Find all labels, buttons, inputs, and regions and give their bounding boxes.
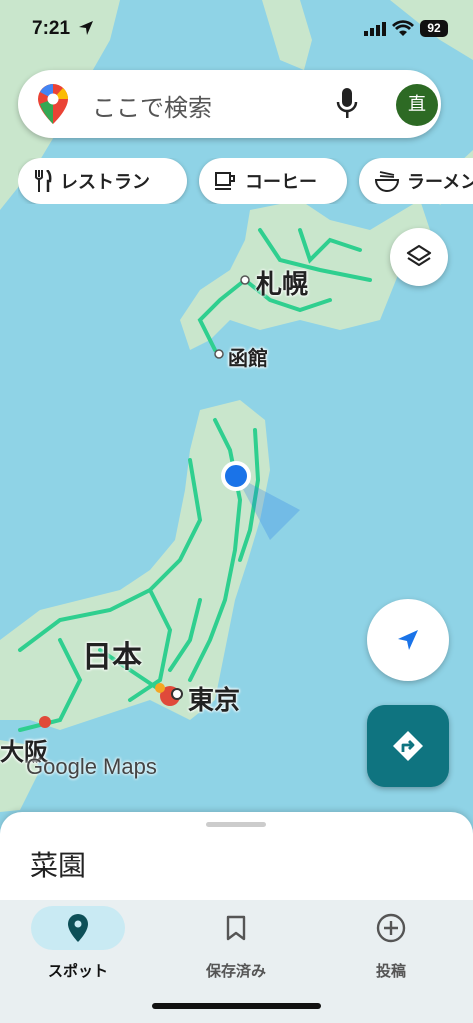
- add-circle-icon: [376, 913, 406, 943]
- tab-post[interactable]: 投稿: [331, 906, 451, 986]
- microphone-icon[interactable]: [336, 88, 358, 120]
- chip-label: レストラン: [60, 172, 150, 193]
- google-maps-logo-icon: [38, 84, 68, 124]
- tab-label: 投稿: [375, 962, 406, 980]
- city-dot-tokyo: [171, 688, 183, 700]
- fork-knife-icon: [34, 170, 52, 192]
- cellular-signal-icon: [364, 22, 386, 36]
- location-arrow-icon: [79, 21, 93, 35]
- map-label-sapporo[interactable]: 札幌: [256, 264, 308, 301]
- tab-label: スポット: [47, 962, 108, 980]
- wifi-icon: [392, 20, 414, 36]
- directions-button[interactable]: [367, 705, 449, 787]
- ramen-bowl-icon: [375, 171, 399, 192]
- search-bar[interactable]: ここで検索 直: [18, 70, 441, 138]
- city-dot-sapporo: [240, 275, 250, 285]
- bottom-sheet[interactable]: 菜園: [0, 812, 473, 912]
- navigation-arrow-icon: [398, 630, 418, 650]
- tab-saved[interactable]: 保存済み: [176, 906, 296, 986]
- chip-ramen[interactable]: ラーメン: [359, 158, 473, 204]
- map-label-tokyo[interactable]: 東京: [188, 680, 240, 717]
- google-maps-attribution: Google Maps: [26, 754, 157, 779]
- search-input[interactable]: ここで検索: [92, 88, 212, 123]
- chip-label: ラーメン: [407, 172, 473, 193]
- bookmark-icon: [226, 915, 246, 941]
- map-label-hakodate[interactable]: 函館: [228, 342, 268, 371]
- directions-icon: [393, 731, 423, 761]
- sheet-title: 菜園: [30, 849, 87, 882]
- chip-label: コーヒー: [245, 172, 317, 193]
- category-chips: レストラン コーヒー ラーメン: [18, 158, 473, 204]
- chip-coffee[interactable]: コーヒー: [199, 158, 347, 204]
- home-indicator[interactable]: [152, 1003, 321, 1009]
- battery-indicator: 92: [420, 20, 448, 37]
- tab-spots[interactable]: スポット: [18, 906, 138, 986]
- layers-icon: [406, 244, 432, 267]
- tab-label: 保存済み: [205, 962, 266, 980]
- location-pin-icon: [68, 914, 88, 942]
- city-dot-hakodate: [214, 349, 224, 359]
- current-location-dot: [221, 461, 251, 491]
- layers-button[interactable]: [390, 228, 448, 286]
- coffee-cup-icon: [215, 172, 235, 190]
- chip-restaurant[interactable]: レストラン: [18, 158, 187, 204]
- status-time: 7:21: [32, 18, 71, 39]
- map-label-japan[interactable]: 日本: [82, 632, 142, 676]
- my-location-button[interactable]: [367, 599, 449, 681]
- avatar[interactable]: 直: [396, 84, 438, 126]
- status-bar: 7:21 92: [0, 0, 473, 58]
- sheet-drag-handle[interactable]: [206, 822, 266, 827]
